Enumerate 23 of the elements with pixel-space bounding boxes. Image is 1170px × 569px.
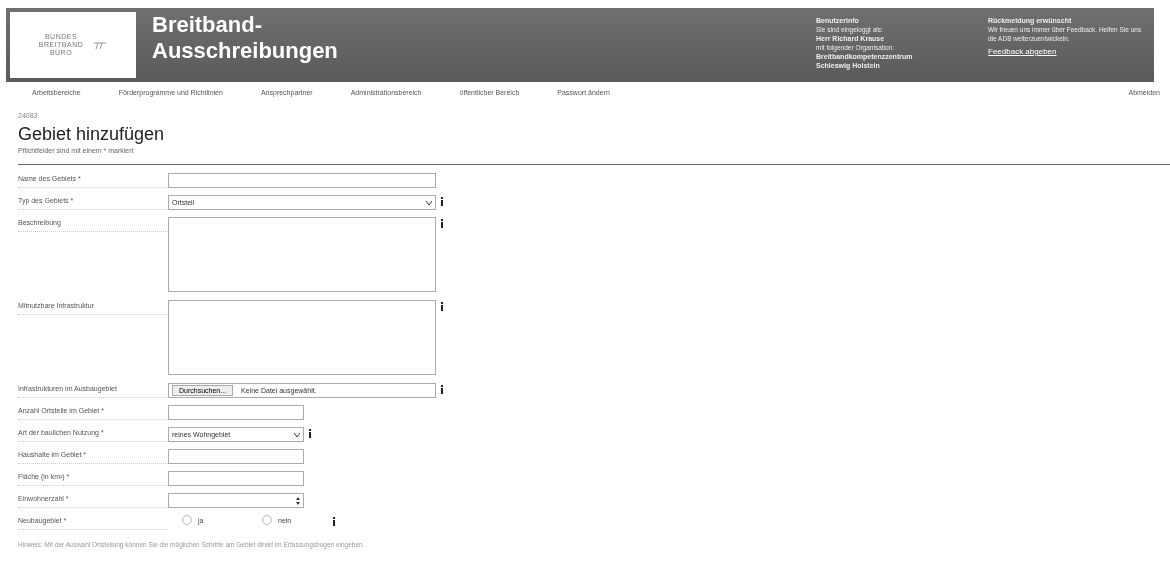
textarea-field[interactable]	[168, 300, 436, 375]
site-title: Breitband-	[152, 12, 263, 38]
textarea-field[interactable]	[168, 217, 436, 292]
text-field[interactable]	[168, 405, 304, 420]
caret-icon	[426, 200, 432, 205]
radio-icon[interactable]	[262, 515, 272, 525]
text-field[interactable]	[168, 173, 436, 188]
info-icon[interactable]	[308, 429, 312, 438]
logo-icon	[93, 40, 108, 50]
text-field[interactable]	[168, 471, 304, 486]
info-icon[interactable]	[332, 517, 336, 526]
text-field[interactable]	[168, 449, 304, 464]
caret-icon	[294, 432, 300, 437]
number-field[interactable]	[168, 493, 304, 508]
feedback-link[interactable]: Feedback abgeben	[988, 47, 1148, 56]
spinner-icon[interactable]	[296, 496, 300, 505]
info-icon[interactable]	[440, 302, 444, 311]
info-icon[interactable]	[440, 197, 444, 206]
page-title: Gebiet hinzufügen	[18, 124, 166, 145]
radio-icon[interactable]	[182, 515, 192, 525]
info-icon[interactable]	[440, 385, 444, 394]
site-title: Ausschreibungen	[152, 38, 339, 64]
info-icon[interactable]	[440, 219, 444, 228]
